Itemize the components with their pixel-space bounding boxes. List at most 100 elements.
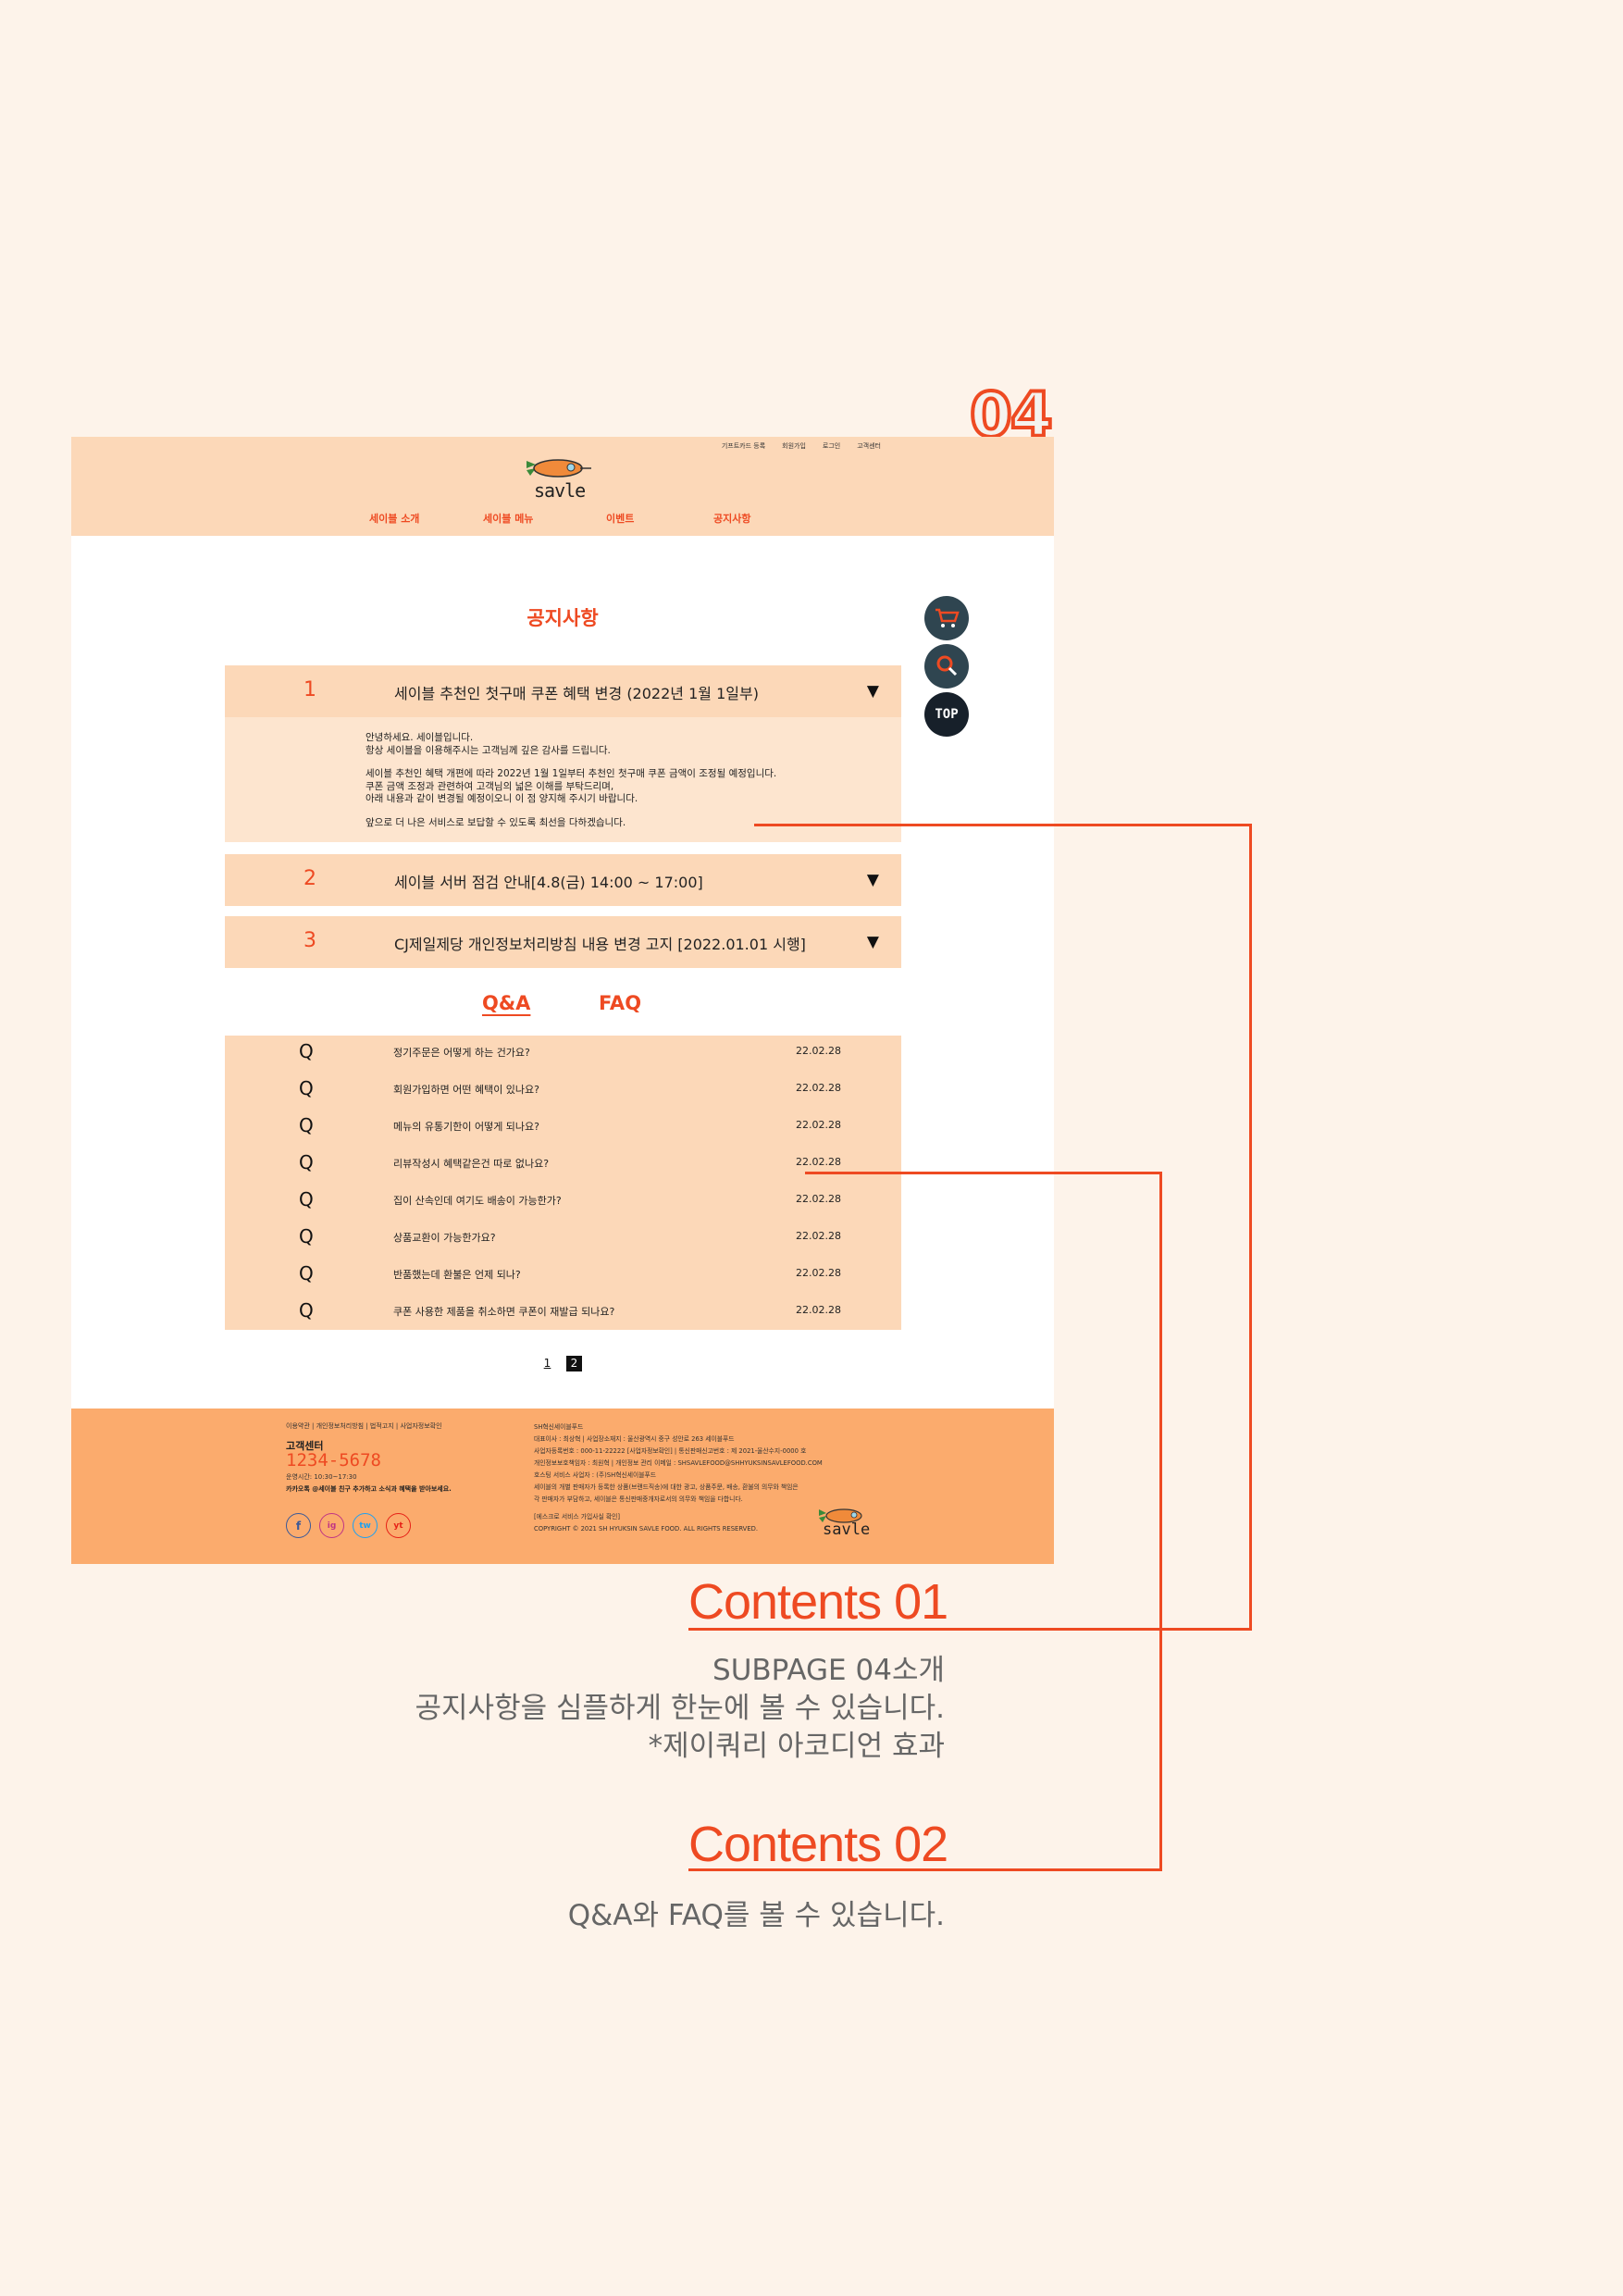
nav-about[interactable]: 세이블 소개 — [369, 511, 419, 526]
logo-wordmark: savle — [534, 479, 586, 502]
question-date: 22.02.28 — [796, 1267, 841, 1279]
question-text: 집이 산속인데 여기도 배송이 가능한가? — [393, 1195, 562, 1207]
question-text: 정기주문은 어떻게 하는 건가요? — [393, 1047, 530, 1059]
list-item[interactable]: Q 쿠폰 사용한 제품을 취소하면 쿠폰이 재발급 되나요? 22.02.28 — [225, 1295, 901, 1332]
qa-list: Q 정기주문은 어떻게 하는 건가요? 22.02.28 Q 회원가입하면 어떤… — [225, 1036, 901, 1330]
question-marker: Q — [299, 1114, 314, 1136]
nav-menu[interactable]: 세이블 메뉴 — [483, 511, 533, 526]
accordion-item-2: 2 세이블 서버 점검 안내[4.8(금) 14:00 ~ 17:00] ▼ — [225, 854, 901, 906]
question-date: 22.02.28 — [796, 1119, 841, 1131]
body-line: 세이블 추천인 혜택 개편에 따라 2022년 1월 1일부터 추천인 첫구매 … — [365, 768, 777, 779]
question-text: 반품했는데 환불은 언제 되나? — [393, 1269, 521, 1281]
description-line: *제이쿼리 아코디언 효과 — [648, 1730, 945, 1763]
question-text: 쿠폰 사용한 제품을 취소하면 쿠폰이 재발급 되나요? — [393, 1306, 615, 1318]
question-date: 22.02.28 — [796, 1193, 841, 1205]
nav-notice[interactable]: 공지사항 — [713, 511, 750, 526]
cart-quick-button[interactable] — [924, 596, 969, 640]
company-info-line: SH혁신세이블푸드 — [534, 1423, 584, 1431]
description-line: Q&A와 FAQ를 볼 수 있습니다. — [567, 1899, 945, 1932]
accordion-header[interactable]: 2 세이블 서버 점검 안내[4.8(금) 14:00 ~ 17:00] ▼ — [225, 854, 901, 906]
contents-01-description: SUBPAGE 04소개 공지사항을 심플하게 한눈에 볼 수 있습니다. *제… — [415, 1652, 945, 1766]
question-date: 22.02.28 — [796, 1156, 841, 1168]
accordion-number: 3 — [304, 929, 316, 952]
instagram-icon[interactable]: ig — [319, 1513, 344, 1538]
question-date: 22.02.28 — [796, 1304, 841, 1316]
site-header: 기프트카드 등록 회원가입 로그인 고객센터 savle 세이블 소개 세이블 … — [71, 437, 1054, 536]
accordion-title: CJ제일제당 개인정보처리방침 내용 변경 고지 [2022.01.01 시행] — [394, 936, 806, 953]
company-info: SH혁신세이블푸드 대표이사 : 최상혁 | 사업장소재지 : 울산광역시 중구… — [534, 1421, 823, 1535]
connector-line-2 — [805, 1172, 1162, 1174]
contents-02-title: Contents 02 — [688, 1817, 948, 1872]
kakao-notice: 카카오톡 @세이블 친구 추가하고 소식과 혜택을 받아보세요. — [286, 1485, 452, 1493]
youtube-icon[interactable]: yt — [386, 1513, 411, 1538]
page-link-2[interactable]: 2 — [566, 1356, 582, 1371]
question-date: 22.02.28 — [796, 1230, 841, 1242]
copyright: COPYRIGHT © 2021 SH HYUKSIN SAVLE FOOD. … — [534, 1525, 759, 1533]
list-item[interactable]: Q 리뷰작성시 혜택같은건 따로 없나요? 22.02.28 — [225, 1147, 901, 1184]
question-text: 리뷰작성시 혜택같은건 따로 없나요? — [393, 1158, 550, 1170]
nav-event[interactable]: 이벤트 — [606, 511, 634, 526]
body-line: 쿠폰 금액 조정과 관련하여 고객님의 넓은 이해를 부탁드리며, — [365, 780, 614, 792]
company-info-line: 사업자등록번호 : 000-11-22222 [사업자정보확인] | 통신판매신… — [534, 1447, 807, 1455]
accordion-number: 1 — [304, 678, 316, 701]
body-line: 안녕하세요. 세이블입니다. — [365, 732, 474, 743]
caret-down-icon: ▼ — [866, 871, 879, 889]
company-info-line: 세이블의 개별 판매자가 등록한 상품(브랜드직송)에 대한 광고, 상품주문,… — [534, 1483, 799, 1491]
accordion-number: 2 — [304, 867, 316, 890]
company-info-line: 호스팅 서비스 사업자 : (주)SH혁신세이블푸드 — [534, 1471, 656, 1479]
facebook-icon[interactable]: f — [286, 1513, 311, 1538]
site-logo[interactable]: savle — [521, 455, 595, 502]
connector-line-2 — [1159, 1172, 1162, 1871]
question-marker: Q — [299, 1188, 314, 1210]
caret-down-icon: ▼ — [866, 933, 879, 951]
util-link-support[interactable]: 고객센터 — [857, 441, 881, 451]
contents-01-underline — [688, 1628, 1162, 1631]
list-item[interactable]: Q 회원가입하면 어떤 혜택이 있나요? 22.02.28 — [225, 1073, 901, 1110]
site-footer: 이용약관 | 개인정보처리방침 | 법적고지 | 사업자정보확인 고객센터 12… — [71, 1409, 1054, 1564]
question-text: 회원가입하면 어떤 혜택이 있나요? — [393, 1084, 540, 1096]
util-link-signup[interactable]: 회원가입 — [782, 441, 806, 451]
contents-01-title: Contents 01 — [688, 1574, 948, 1630]
list-item[interactable]: Q 반품했는데 환불은 언제 되나? 22.02.28 — [225, 1258, 901, 1295]
caret-down-icon: ▼ — [866, 682, 879, 701]
social-links: f ig tw yt — [286, 1513, 411, 1538]
tab-qa[interactable]: Q&A — [482, 992, 530, 1014]
company-info-line: 대표이사 : 최상혁 | 사업장소재지 : 울산광역시 중구 성안로 263 세… — [534, 1435, 735, 1443]
question-text: 상품교환이 가능한가요? — [393, 1232, 496, 1244]
question-text: 메뉴의 유통기한이 어떻게 되나요? — [393, 1121, 540, 1133]
accordion-item-3: 3 CJ제일제당 개인정보처리방침 내용 변경 고지 [2022.01.01 시… — [225, 916, 901, 968]
util-link-login[interactable]: 로그인 — [823, 441, 840, 451]
footer-logo-wordmark: savle — [823, 1520, 871, 1539]
notice-heading: 공지사항 — [527, 607, 599, 629]
operating-hours: 운영시간: 10:30~17:30 — [286, 1473, 357, 1481]
connector-line-1 — [1161, 1628, 1252, 1631]
question-date: 22.02.28 — [796, 1045, 841, 1057]
question-marker: Q — [299, 1151, 314, 1173]
description-line: 공지사항을 심플하게 한눈에 볼 수 있습니다. — [415, 1692, 945, 1725]
twitter-icon[interactable]: tw — [353, 1513, 378, 1538]
question-marker: Q — [299, 1077, 314, 1099]
accordion-header[interactable]: 1 세이블 추천인 첫구매 쿠폰 혜택 변경 (2022년 1월 1일부) ▼ — [225, 665, 901, 717]
question-marker: Q — [299, 1225, 314, 1247]
body-line: 항상 세이블을 이용해주시는 고객님께 깊은 감사를 드립니다. — [365, 744, 611, 756]
tab-faq[interactable]: FAQ — [599, 992, 641, 1014]
question-marker: Q — [299, 1299, 314, 1322]
list-item[interactable]: Q 상품교환이 가능한가요? 22.02.28 — [225, 1221, 901, 1258]
company-info-line: [에스크로 서비스 가입사실 확인] — [534, 1513, 621, 1520]
accordion-header[interactable]: 3 CJ제일제당 개인정보처리방침 내용 변경 고지 [2022.01.01 시… — [225, 916, 901, 968]
list-item[interactable]: Q 메뉴의 유통기한이 어떻게 되나요? 22.02.28 — [225, 1110, 901, 1147]
company-info-line: 개인정보보호책임자 : 최원혁 | 개인정보 관리 이메일 : SHSAVLEF… — [534, 1459, 823, 1467]
top-button[interactable]: TOP — [924, 692, 969, 737]
util-link-giftcard[interactable]: 기프트카드 등록 — [722, 441, 765, 451]
contents-02-underline — [688, 1868, 1162, 1871]
search-quick-button[interactable] — [924, 644, 969, 689]
page-link-1[interactable]: 1 — [539, 1356, 555, 1371]
footer-links[interactable]: 이용약관 | 개인정보처리방침 | 법적고지 | 사업자정보확인 — [286, 1421, 442, 1431]
question-marker: Q — [299, 1040, 314, 1062]
accordion-title: 세이블 추천인 첫구매 쿠폰 혜택 변경 (2022년 1월 1일부) — [394, 685, 759, 702]
list-item[interactable]: Q 집이 산속인데 여기도 배송이 가능한가? 22.02.28 — [225, 1184, 901, 1221]
footer-logo: savle — [816, 1506, 872, 1543]
company-info-line: 각 판매자가 부담하고, 세이블은 통신판매중개자로서의 의무와 책임을 다합니… — [534, 1496, 743, 1503]
question-marker: Q — [299, 1262, 314, 1285]
list-item[interactable]: Q 정기주문은 어떻게 하는 건가요? 22.02.28 — [225, 1036, 901, 1073]
